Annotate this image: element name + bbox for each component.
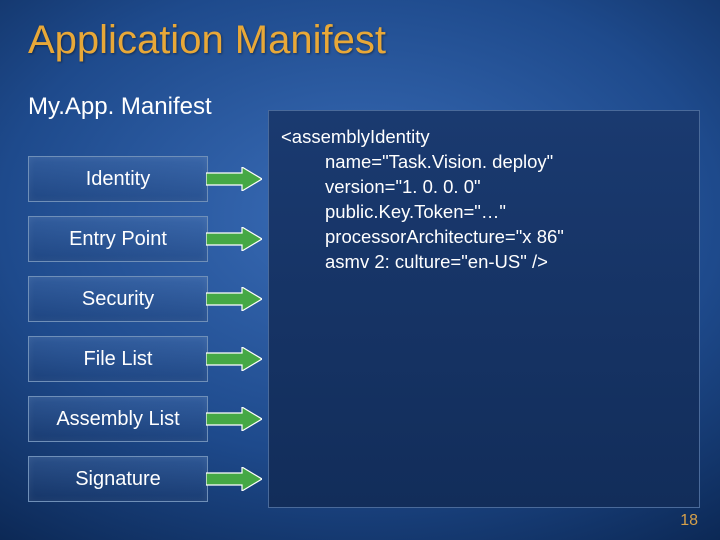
section-file-list: File List <box>28 336 208 382</box>
arrow-icon <box>206 287 262 311</box>
arrow-icon <box>206 167 262 191</box>
arrow-icon <box>206 227 262 251</box>
code-line: processorArchitecture="x 86" <box>281 225 687 250</box>
arrow-icon <box>206 407 262 431</box>
section-security: Security <box>28 276 208 322</box>
section-assembly-list: Assembly List <box>28 396 208 442</box>
code-line: public.Key.Token="…" <box>281 200 687 225</box>
arrow-icon <box>206 347 262 371</box>
slide-title: Application Manifest <box>0 0 720 63</box>
section-entry-point: Entry Point <box>28 216 208 262</box>
code-panel: <assemblyIdentity name="Task.Vision. dep… <box>268 110 700 508</box>
code-line: <assemblyIdentity <box>281 125 687 150</box>
code-line: name="Task.Vision. deploy" <box>281 150 687 175</box>
page-number: 18 <box>680 512 698 530</box>
manifest-sections-list: Identity Entry Point Security File List … <box>28 156 208 516</box>
arrow-icon <box>206 467 262 491</box>
section-identity: Identity <box>28 156 208 202</box>
code-line: version="1. 0. 0. 0" <box>281 175 687 200</box>
section-signature: Signature <box>28 456 208 502</box>
code-line: asmv 2: culture="en-US" /> <box>281 250 687 275</box>
